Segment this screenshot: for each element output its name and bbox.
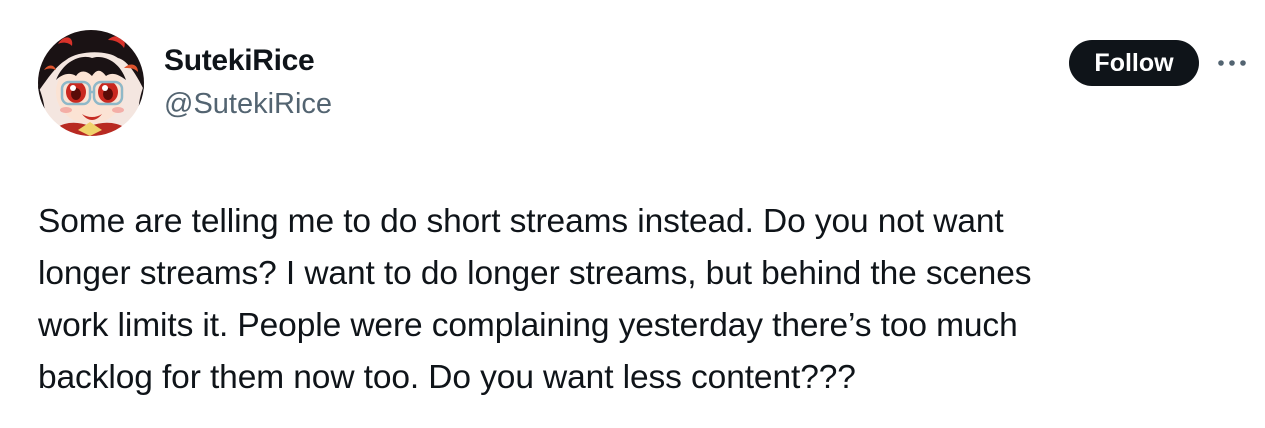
display-name[interactable]: SutekiRice <box>164 44 315 78</box>
avatar[interactable] <box>38 30 144 136</box>
follow-button[interactable]: Follow <box>1069 40 1199 86</box>
tweet-card: SutekiRice @SutekiRice Follow Some are t… <box>0 0 1265 428</box>
more-options-button[interactable] <box>1214 50 1250 76</box>
tweet-text-line: backlog for them now too. Do you want le… <box>38 359 856 396</box>
avatar-image <box>38 30 144 136</box>
tweet-text-line: work limits it. People were complaining … <box>38 307 1018 344</box>
tweet-text-line: Some are telling me to do short streams … <box>38 203 1004 240</box>
user-handle[interactable]: @SutekiRice <box>164 88 332 121</box>
tweet-text: Some are telling me to do short streams … <box>38 196 1238 404</box>
ellipsis-icon <box>1218 60 1246 66</box>
tweet-text-line: longer streams? I want to do longer stre… <box>38 255 1032 292</box>
